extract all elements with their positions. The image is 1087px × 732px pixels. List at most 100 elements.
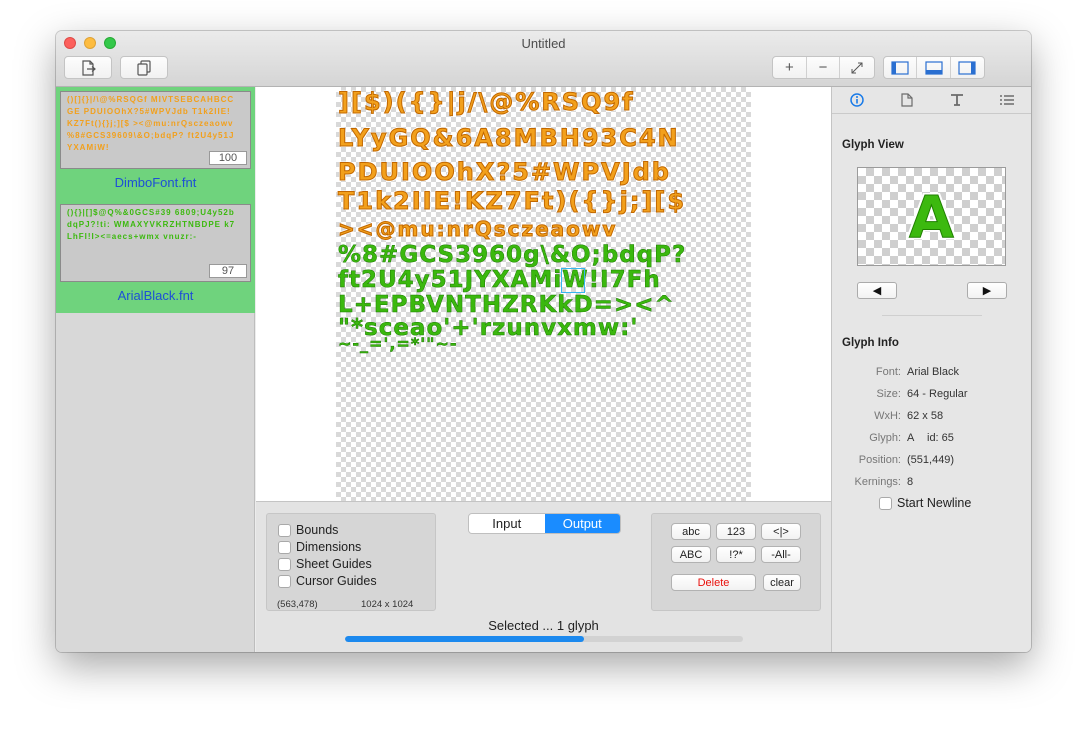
right-sidebar-icon bbox=[958, 60, 976, 75]
inspector-panel: Glyph View A ◀ ▶ Glyph Info Font: Arial … bbox=[831, 87, 1031, 652]
info-font-value: Arial Black bbox=[907, 366, 959, 378]
glyph-preview-character: A bbox=[909, 182, 955, 251]
glyph-count-badge: 100 bbox=[209, 151, 247, 165]
filter-digits-button[interactable]: 123 bbox=[716, 523, 756, 540]
clear-button[interactable]: clear bbox=[763, 574, 801, 591]
tab-list[interactable] bbox=[982, 87, 1031, 113]
list-icon bbox=[1000, 95, 1014, 105]
filter-all-button[interactable]: -All- bbox=[761, 546, 801, 563]
bounds-label: Bounds bbox=[296, 523, 339, 537]
display-options-panel: Bounds Dimensions Sheet Guides Cursor Gu… bbox=[266, 513, 436, 611]
progress-fill bbox=[345, 636, 584, 642]
document-icon bbox=[901, 93, 913, 107]
bounds-checkbox[interactable] bbox=[278, 523, 291, 537]
glyph-view-title: Glyph View bbox=[842, 139, 904, 151]
sheet-size: 1024 x 1024 bbox=[361, 599, 414, 610]
tab-info[interactable] bbox=[832, 87, 882, 113]
selected-glyph-highlight[interactable] bbox=[561, 268, 585, 293]
delete-button[interactable]: Delete bbox=[671, 574, 756, 591]
sheet-guides-option[interactable]: Sheet Guides bbox=[278, 557, 372, 571]
glyph-row: ><@mu:nrQsczeaowv bbox=[337, 217, 618, 242]
info-glyph-value: A bbox=[907, 432, 915, 444]
info-label: Position: bbox=[858, 454, 901, 466]
triangle-right-icon: ▶ bbox=[982, 285, 992, 297]
font-name: DimboFont.fnt bbox=[114, 175, 197, 190]
previous-glyph-button[interactable]: ◀ bbox=[857, 282, 897, 299]
info-icon bbox=[850, 93, 864, 107]
left-sidebar-icon bbox=[891, 60, 909, 75]
zoom-fit-button[interactable] bbox=[840, 57, 874, 78]
minus-icon: − bbox=[818, 59, 828, 76]
toggle-right-panel-button[interactable] bbox=[951, 57, 984, 78]
font-list-item-dimbofont[interactable]: ()[]{}|/\@%RSQGf MIVTSEBCAHBCCGE PDUIOOh… bbox=[56, 87, 255, 200]
cursor-guides-checkbox[interactable] bbox=[278, 574, 291, 588]
cursor-coordinates: (563,478) bbox=[277, 599, 318, 610]
font-thumbnail-glyphs: ()[]{}|/\@%RSQGf MIVTSEBCAHBCCGE PDUIOOh… bbox=[67, 95, 235, 152]
window-title: Untitled bbox=[521, 36, 566, 51]
panel-toggle-controls bbox=[883, 56, 985, 79]
toggle-bottom-panel-button[interactable] bbox=[917, 57, 951, 78]
filter-uppercase-button[interactable]: ABC bbox=[671, 546, 711, 563]
glyph-sheet[interactable]: ][$)({}|j/\@%RSQ9f LYyGQ&6A8MBH93C4N PDU… bbox=[336, 87, 751, 501]
glyph-filter-panel: abc 123 <|> ABC !?* -All- Delete clear bbox=[651, 513, 821, 611]
glyph-row: LYyGQ&6A8MBH93C4N bbox=[338, 124, 680, 153]
info-position-value: (551,449) bbox=[907, 454, 955, 466]
bottom-panel: Bounds Dimensions Sheet Guides Cursor Gu… bbox=[256, 501, 831, 652]
font-name: ArialBlack.fnt bbox=[117, 288, 194, 303]
tab-text[interactable] bbox=[932, 87, 982, 113]
cursor-guides-label: Cursor Guides bbox=[296, 574, 377, 588]
filter-symbols-button[interactable]: !?* bbox=[716, 546, 756, 563]
glyph-row: ][$)({}|j/\@%RSQ9f bbox=[338, 88, 635, 117]
input-output-toggle: Input Output bbox=[468, 513, 621, 534]
dimensions-option[interactable]: Dimensions bbox=[278, 540, 361, 554]
zoom-controls: + − bbox=[772, 56, 875, 79]
glyph-preview: A bbox=[857, 167, 1006, 266]
glyph-row: %8#GCS3960g\&O;bdqP? bbox=[338, 242, 687, 269]
glyph-count-badge: 97 bbox=[209, 264, 247, 278]
start-newline-option[interactable]: Start Newline bbox=[879, 496, 971, 510]
start-newline-checkbox[interactable] bbox=[879, 496, 892, 510]
info-label: Size: bbox=[876, 388, 901, 400]
info-size-value: 64 - Regular bbox=[907, 388, 968, 400]
sheet-guides-checkbox[interactable] bbox=[278, 557, 291, 571]
titlebar: Untitled + − bbox=[56, 31, 1031, 87]
output-tab[interactable]: Output bbox=[544, 514, 620, 533]
plus-icon: + bbox=[784, 59, 794, 76]
zoom-in-button[interactable]: + bbox=[773, 57, 807, 78]
info-label: Font: bbox=[875, 366, 901, 378]
duplicate-button[interactable] bbox=[120, 56, 168, 79]
zoom-out-button[interactable]: − bbox=[807, 57, 841, 78]
expand-icon bbox=[851, 62, 863, 73]
info-kernings-value: 8 bbox=[907, 476, 914, 488]
font-list-sidebar: ()[]{}|/\@%RSQGf MIVTSEBCAHBCCGE PDUIOOh… bbox=[56, 87, 255, 652]
info-label: Glyph: bbox=[869, 432, 901, 444]
info-glyph-id: id: 65 bbox=[927, 432, 954, 444]
sheet-canvas-area[interactable]: ][$)({}|j/\@%RSQ9f LYyGQ&6A8MBH93C4N PDU… bbox=[256, 87, 831, 501]
cursor-guides-option[interactable]: Cursor Guides bbox=[278, 574, 377, 588]
triangle-left-icon: ◀ bbox=[872, 285, 882, 297]
tab-document[interactable] bbox=[882, 87, 932, 113]
filter-lowercase-button[interactable]: abc bbox=[671, 523, 711, 540]
toggle-left-panel-button[interactable] bbox=[884, 57, 918, 78]
progress-bar bbox=[345, 636, 743, 642]
input-tab[interactable]: Input bbox=[469, 514, 545, 533]
export-document-icon bbox=[82, 59, 96, 76]
copy-documents-icon bbox=[137, 59, 151, 76]
glyph-row: ~-_=',=*'"~- bbox=[338, 334, 458, 354]
font-thumbnail: ()[]{}|/\@%RSQGf MIVTSEBCAHBCCGE PDUIOOh… bbox=[60, 91, 251, 169]
dimensions-label: Dimensions bbox=[296, 540, 362, 554]
status-text: Selected ... 1 glyph bbox=[488, 618, 599, 633]
glyph-row: ft2U4y51JYXAMiW!I7Fh bbox=[338, 267, 661, 294]
inspector-tabs bbox=[832, 87, 1031, 114]
font-thumbnail-glyphs: (){}|[]$@Q%&0GCS#39 6809;U4y52bdqPJ?!ti:… bbox=[67, 208, 236, 241]
filter-brackets-button[interactable]: <|> bbox=[761, 523, 801, 540]
bounds-option[interactable]: Bounds bbox=[278, 523, 338, 537]
glyph-info-title: Glyph Info bbox=[842, 337, 899, 349]
text-icon bbox=[951, 94, 963, 106]
font-list-item-arialblack[interactable]: (){}|[]$@Q%&0GCS#39 6809;U4y52bdqPJ?!ti:… bbox=[56, 200, 255, 313]
info-label: WxH: bbox=[874, 410, 901, 422]
next-glyph-button[interactable]: ▶ bbox=[967, 282, 1007, 299]
export-button[interactable] bbox=[64, 56, 112, 79]
start-newline-label: Start Newline bbox=[897, 496, 972, 510]
dimensions-checkbox[interactable] bbox=[278, 540, 291, 554]
